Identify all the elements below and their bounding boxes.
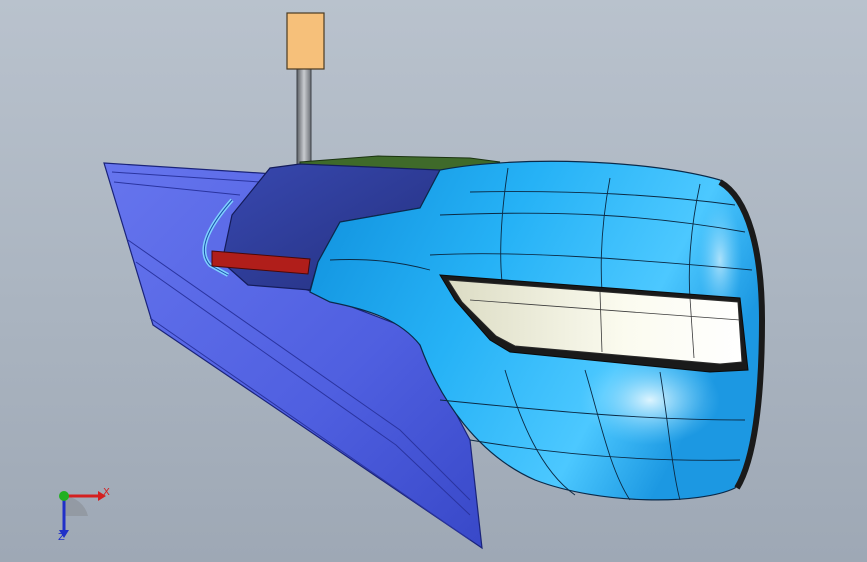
- probe-post[interactable]: [296, 67, 312, 167]
- mirror-model[interactable]: [0, 0, 867, 562]
- x-axis-label: X: [103, 487, 110, 498]
- coordinate-triad: X Z: [40, 482, 120, 552]
- probe-tag[interactable]: [286, 12, 325, 70]
- z-axis-label: Z: [58, 532, 65, 543]
- graphics-viewport[interactable]: [0, 0, 867, 562]
